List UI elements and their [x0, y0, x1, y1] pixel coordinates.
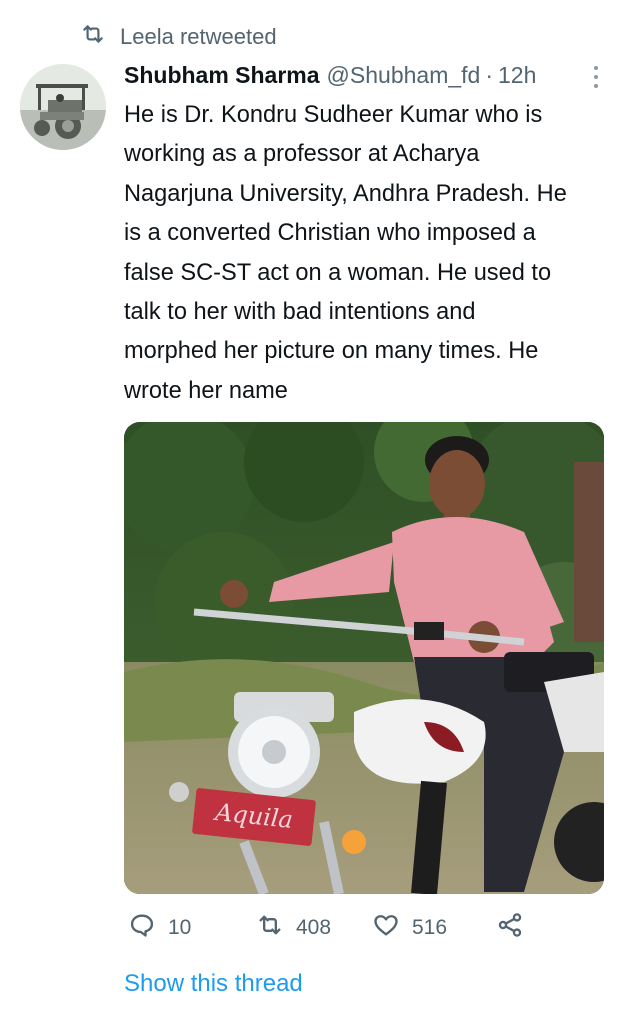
heart-icon: [372, 911, 400, 945]
author-name[interactable]: Shubham Sharma: [124, 62, 320, 89]
reply-icon: [128, 911, 156, 945]
tweet-header: Shubham Sharma @Shubham_fd · 12h: [124, 58, 609, 92]
show-thread-link[interactable]: Show this thread: [124, 970, 303, 998]
tweet-text-line: morphed her picture on many times. He: [124, 338, 539, 365]
share-button[interactable]: [496, 906, 524, 950]
reply-button[interactable]: 10: [128, 906, 191, 950]
timestamp[interactable]: 12h: [498, 62, 536, 89]
tweet-text: He is Dr. Kondru Sudheer Kumar who is wo…: [124, 96, 604, 411]
tweet-text-line: false SC-ST act on a woman. He used to: [124, 259, 552, 286]
reply-count: 10: [168, 916, 192, 939]
retweet-context[interactable]: Leela retweeted: [80, 22, 277, 52]
tweet-text-line: working as a professor at Acharya: [124, 141, 480, 168]
tweet-text-line: is a converted Christian who imposed a: [124, 220, 536, 247]
tweet-actions: 10 408 516: [124, 906, 604, 950]
like-button[interactable]: 516: [372, 906, 447, 950]
tweet-photo[interactable]: Aquila: [124, 422, 604, 894]
retweet-icon: [256, 911, 284, 945]
tweet-text-line: Nagarjuna University, Andhra Pradesh. He: [124, 180, 567, 207]
author-handle[interactable]: @Shubham_fd: [327, 62, 481, 89]
retweet-button[interactable]: 408: [256, 906, 331, 950]
more-options-icon[interactable]: [593, 66, 599, 88]
like-count: 516: [412, 916, 448, 939]
tweet-text-line: talk to her with bad intentions and: [124, 299, 476, 326]
retweet-icon: [80, 21, 106, 53]
tweet-text-line: wrote her name: [124, 377, 288, 404]
separator: ·: [485, 61, 493, 88]
share-icon: [496, 911, 524, 945]
retweeted-by-label[interactable]: Leela retweeted: [120, 24, 277, 50]
tweet-text-line: He is Dr. Kondru Sudheer Kumar who is: [124, 102, 543, 128]
retweet-count: 408: [296, 916, 332, 939]
avatar[interactable]: [20, 64, 106, 150]
